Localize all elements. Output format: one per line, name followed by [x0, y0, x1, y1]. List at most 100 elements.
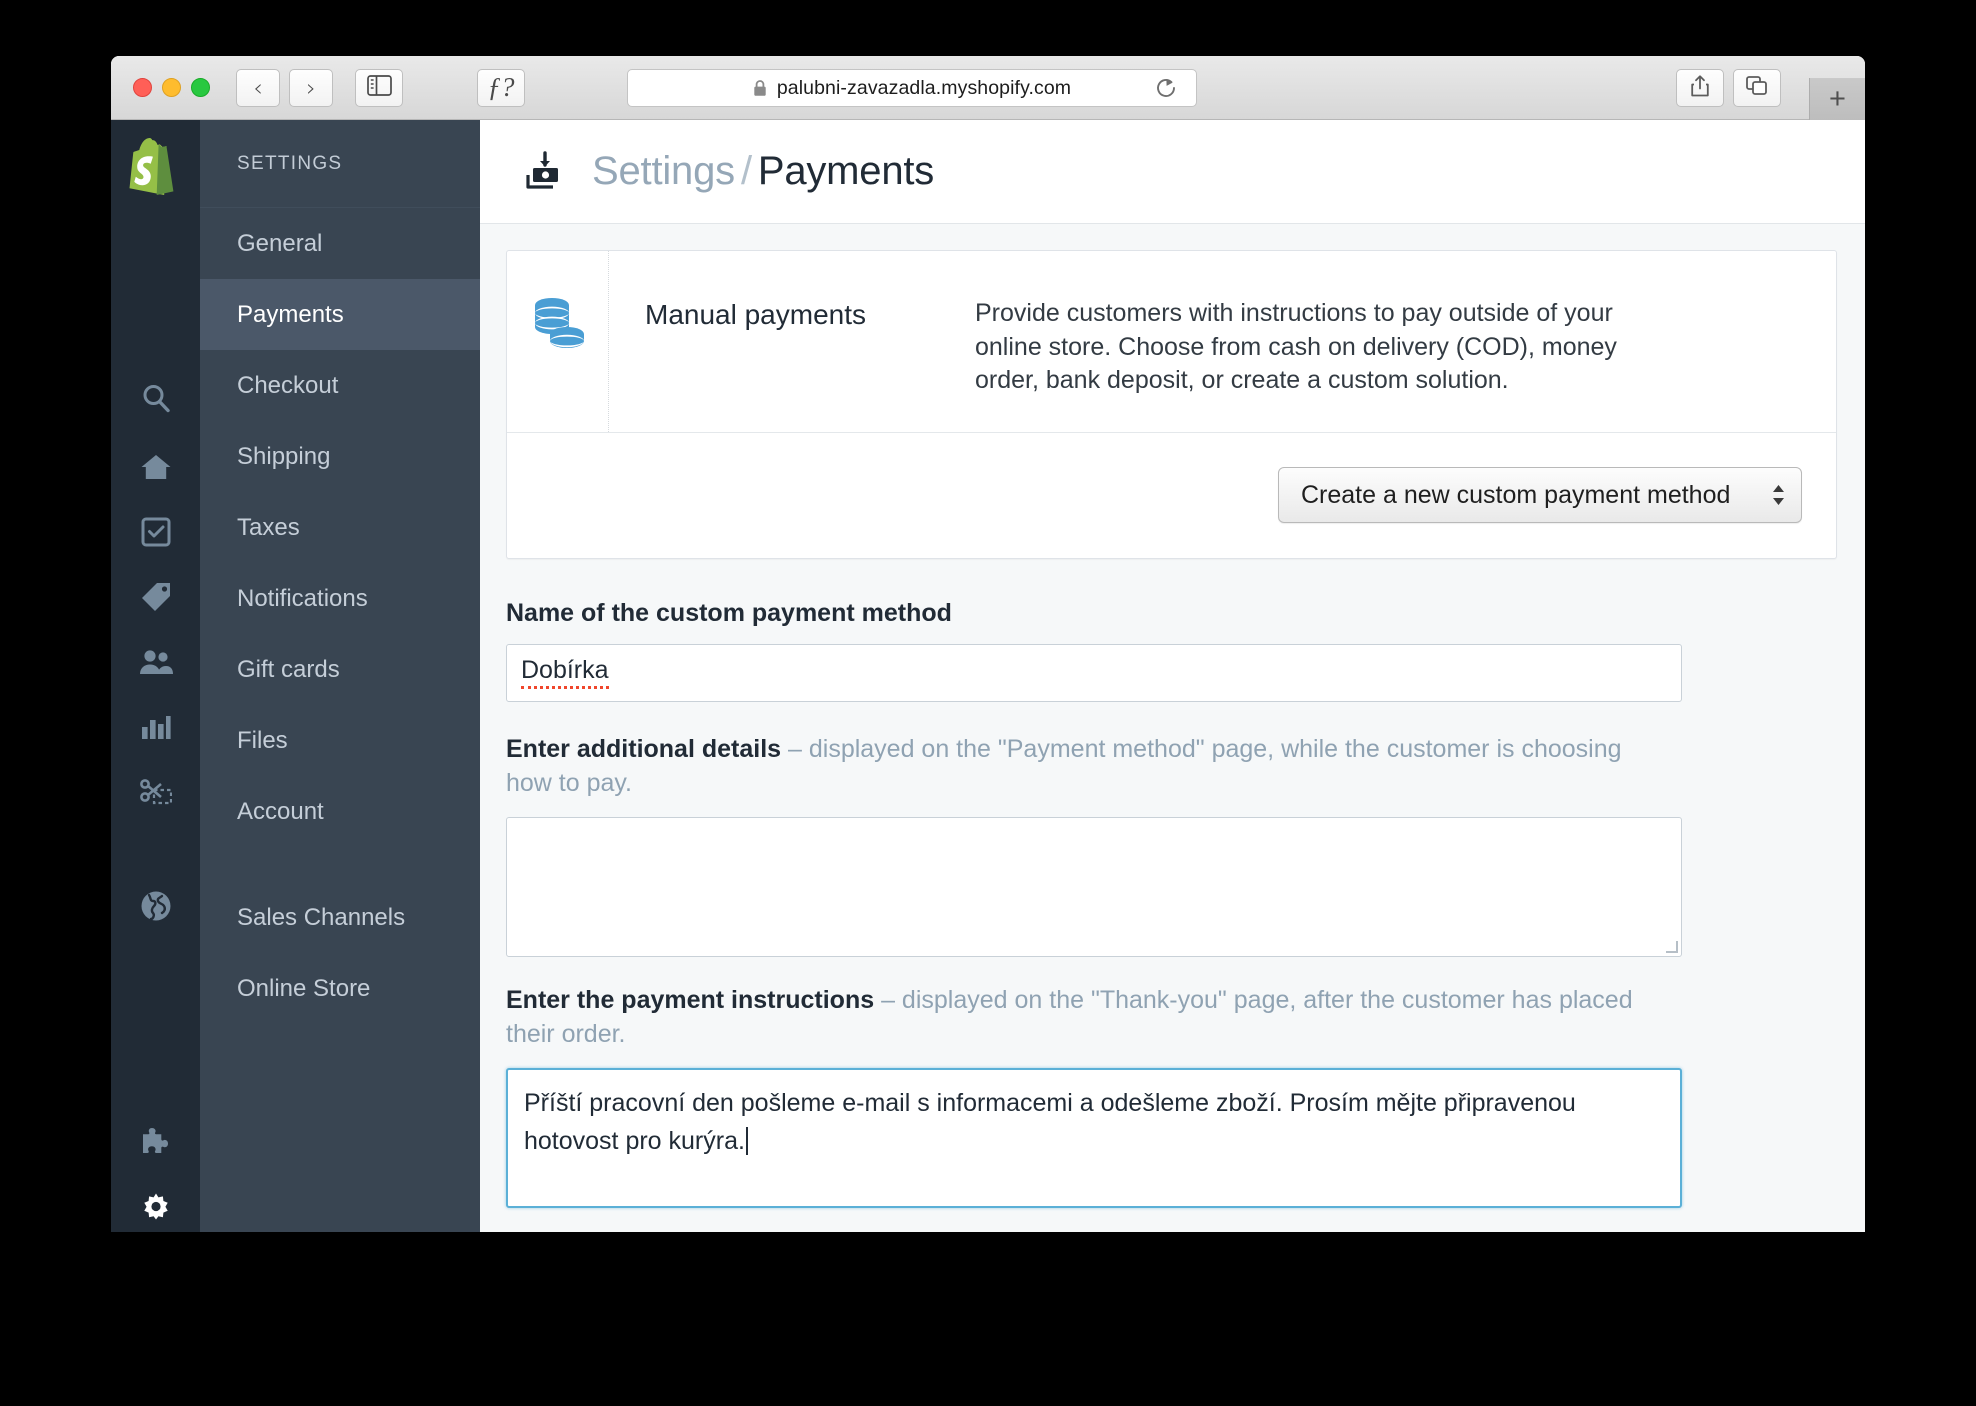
chevron-left-icon: ‹	[253, 73, 263, 102]
sidebar-item-account[interactable]: Account	[200, 776, 480, 847]
instructions-field-label: Enter the payment instructions – display…	[506, 983, 1636, 1052]
payment-method-select[interactable]: Create a new custom payment method	[1278, 467, 1802, 523]
sidebar-item-payments[interactable]: Payments	[200, 279, 480, 350]
name-field-label: Name of the custom payment method	[506, 598, 952, 627]
settings-icon-button[interactable]	[111, 1187, 200, 1231]
share-icon	[1689, 74, 1711, 103]
address-bar[interactable]: palubni-zavazadla.myshopify.com	[627, 69, 1197, 107]
sidebar-item-label: General	[237, 229, 323, 257]
gear-icon	[139, 1192, 173, 1226]
content-wrapper: Manual payments Provide customers with i…	[480, 224, 1865, 1208]
plus-icon: +	[1829, 82, 1846, 115]
sidebar-item-files[interactable]: Files	[200, 705, 480, 776]
url-text: palubni-zavazadla.myshopify.com	[776, 76, 1072, 99]
manual-payments-header: Manual payments Provide customers with i…	[507, 251, 1836, 432]
manual-payments-title: Manual payments	[645, 299, 867, 330]
products-icon-button[interactable]	[111, 575, 200, 619]
name-input-value: Dobírka	[521, 656, 609, 689]
sidebar-toggle-group	[355, 68, 403, 107]
sidebar-item-shipping[interactable]: Shipping	[200, 421, 480, 492]
text-cursor	[745, 1126, 748, 1155]
tab-overview-button[interactable]	[1733, 69, 1781, 107]
forward-button[interactable]: ›	[289, 68, 333, 107]
details-label-bold: Enter additional details	[506, 734, 782, 763]
sidebar-item-gift-cards[interactable]: Gift cards	[200, 634, 480, 705]
maximize-window-button[interactable]	[191, 78, 210, 97]
sidebar-item-general[interactable]: General	[200, 208, 480, 279]
products-tag-icon	[140, 582, 172, 612]
main-content: Settings / Payments Manual payments Prov…	[480, 120, 1865, 1232]
page-body: SETTINGS General Payments Checkout Shipp…	[111, 120, 1865, 1232]
sidebar-item-label: Taxes	[237, 513, 300, 541]
custom-payment-form: Name of the custom payment method Dobírk…	[506, 559, 1837, 1208]
breadcrumb: Settings / Payments	[592, 149, 934, 194]
browser-toolbar: ‹ › ƒ? palubni-zavazadla.myshopify.com +	[111, 56, 1865, 120]
discounts-icon-button[interactable]	[111, 770, 200, 814]
sidebar-item-label: Shipping	[237, 442, 331, 470]
manual-payments-actions: Create a new custom payment method	[507, 431, 1836, 558]
sidebar-item-label: Online Store	[237, 974, 371, 1002]
share-button[interactable]	[1676, 69, 1724, 107]
customers-icon	[139, 649, 173, 675]
online-store-icon-button[interactable]	[111, 884, 200, 928]
reader-mode-button[interactable]: ƒ?	[477, 68, 525, 107]
sidebar-item-label: Account	[237, 797, 324, 825]
customers-icon-button[interactable]	[111, 640, 200, 684]
primary-nav-rail	[111, 120, 200, 1232]
search-icon	[141, 383, 171, 413]
instructions-textarea[interactable]: Příští pracovní den pošleme e-mail s inf…	[506, 1067, 1682, 1208]
details-textarea[interactable]	[506, 816, 1682, 957]
search-icon-button[interactable]	[111, 376, 200, 420]
sidebar-item-label: Files	[237, 726, 288, 754]
coins-icon	[530, 296, 586, 355]
payment-method-select-value: Create a new custom payment method	[1301, 480, 1731, 509]
details-field-label: Enter additional details – displayed on …	[506, 732, 1636, 801]
browser-window: ‹ › ƒ? palubni-zavazadla.myshopify.com +…	[111, 56, 1865, 1232]
sidebar-toggle-button[interactable]	[355, 68, 403, 107]
minimize-window-button[interactable]	[162, 78, 181, 97]
analytics-icon-button[interactable]	[111, 705, 200, 749]
orders-icon	[141, 517, 171, 547]
resize-handle-icon[interactable]	[1666, 940, 1678, 953]
new-tab-button[interactable]: +	[1809, 78, 1865, 120]
sidebar-item-online-store[interactable]: Online Store	[200, 953, 480, 1024]
settings-sidebar: SETTINGS General Payments Checkout Shipp…	[200, 120, 480, 1232]
sidebar-heading: SETTINGS	[200, 120, 480, 208]
sidebar-item-notifications[interactable]: Notifications	[200, 563, 480, 634]
sidebar-item-label: Checkout	[237, 371, 339, 399]
sidebar-divider-gap	[200, 847, 480, 882]
lock-icon	[753, 79, 767, 97]
manual-payments-icon-cell	[507, 251, 609, 432]
sidebar-item-label: Sales Channels	[237, 903, 406, 931]
tab-overview-icon	[1745, 75, 1769, 102]
sidebar-item-sales-channels[interactable]: Sales Channels	[200, 882, 480, 953]
window-controls	[133, 78, 210, 97]
f-question-icon: ƒ?	[487, 72, 515, 102]
shopify-logo[interactable]	[129, 138, 181, 200]
reload-icon[interactable]	[1154, 76, 1178, 100]
discounts-scissors-icon	[139, 778, 172, 806]
instructions-text: Příští pracovní den pošleme e-mail s inf…	[524, 1088, 1576, 1155]
sidebar-item-taxes[interactable]: Taxes	[200, 492, 480, 563]
sidebar-toggle-icon	[366, 74, 392, 101]
manual-payments-body: Manual payments Provide customers with i…	[609, 251, 1836, 432]
instructions-label-bold: Enter the payment instructions	[506, 985, 875, 1014]
chevron-updown-icon	[1772, 484, 1785, 506]
breadcrumb-parent[interactable]: Settings	[592, 149, 735, 193]
apps-icon-button[interactable]	[111, 1120, 200, 1164]
reader-group: ƒ?	[477, 68, 525, 107]
home-icon-button[interactable]	[111, 445, 200, 489]
home-icon	[140, 453, 172, 481]
apps-puzzle-icon	[140, 1127, 172, 1157]
globe-icon	[140, 890, 172, 922]
sidebar-item-label: Payments	[237, 300, 344, 328]
orders-icon-button[interactable]	[111, 510, 200, 554]
name-input[interactable]: Dobírka	[506, 643, 1682, 702]
sidebar-item-checkout[interactable]: Checkout	[200, 350, 480, 421]
navigation-buttons: ‹ ›	[236, 68, 333, 107]
close-window-button[interactable]	[133, 78, 152, 97]
back-button[interactable]: ‹	[236, 68, 280, 107]
manual-payments-card: Manual payments Provide customers with i…	[506, 250, 1837, 559]
sidebar-item-label: Notifications	[237, 584, 368, 612]
chevron-right-icon: ›	[306, 73, 316, 102]
